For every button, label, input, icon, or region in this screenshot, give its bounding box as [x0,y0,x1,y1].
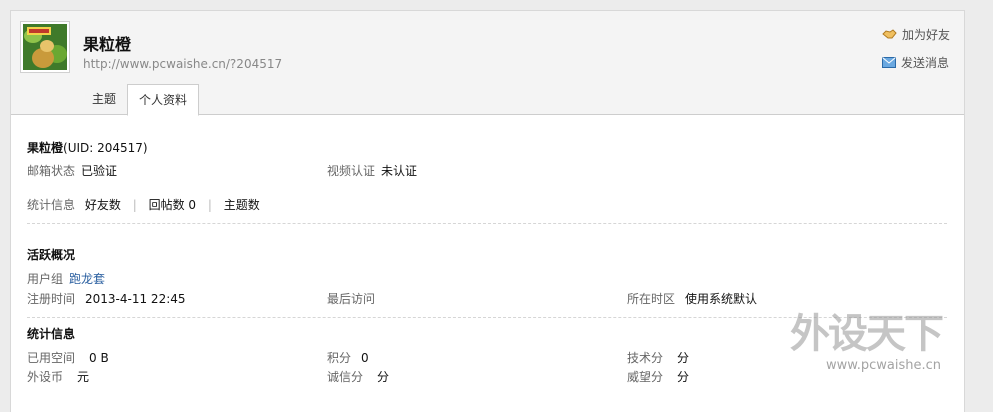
used-space-value: 0 B [89,351,109,365]
coins: 外设币元 [27,368,89,385]
activity-heading: 活跃概况 [27,248,76,262]
email-status-value: 已验证 [81,164,118,178]
send-message-label: 发送消息 [900,55,949,70]
register-time-label: 注册时间 [27,292,76,306]
stats-line: 统计信息 好友数 | 回帖数 0 | 主题数 [27,196,260,213]
user-group: 用户组 跑龙套 [27,270,105,287]
points: 积分 0 [327,349,369,366]
points-value: 0 [361,351,369,365]
used-space: 已用空间 0 B [27,349,109,366]
prestige-score-label: 威望分 [627,370,664,384]
replies-count-link[interactable]: 回帖数 0 [149,198,196,212]
home-url-link[interactable]: http://www.pcwaishe.cn/?204517 [83,57,282,71]
tab-threads[interactable]: 主题 [81,84,127,115]
used-space-label: 已用空间 [27,351,76,365]
replies-value: 0 [188,198,197,212]
timezone: 所在时区 使用系统默认 [627,290,757,307]
video-auth-value: 未认证 [381,164,418,178]
timezone-label: 所在时区 [627,292,676,306]
username: 果粒橙 [83,35,132,54]
credit-score-label: 诚信分 [327,370,364,384]
tech-score-label: 技术分 [627,351,664,365]
friends-count-link[interactable]: 好友数 [85,198,121,212]
avatar[interactable] [20,21,70,73]
user-name-line: 果粒橙(UID: 204517) [27,139,148,156]
add-friend-label: 加为好友 [901,27,950,42]
last-visit-label: 最后访问 [327,292,376,306]
site-watermark: 外设天下 www.pcwaishe.cn [790,312,960,392]
points-label: 积分 [327,351,352,365]
profile-name: 果粒橙 [27,141,64,155]
profile-actions: 加为好友 发送消息 [881,25,950,81]
user-group-link[interactable]: 跑龙套 [69,272,105,286]
tech-score: 技术分分 [627,349,689,366]
handshake-icon [882,29,897,39]
video-auth-label: 视频认证 [327,164,376,178]
user-group-label: 用户组 [27,272,64,286]
threads-count-link[interactable]: 主题数 [224,198,260,212]
profile-header: 果粒橙 http://www.pcwaishe.cn/?204517 加为好友 … [11,11,964,116]
email-status-label: 邮箱状态 [27,164,76,178]
divider [27,223,947,224]
profile-tabs: 主题 个人资料 [81,84,200,116]
video-auth: 视频认证 未认证 [327,162,417,179]
tab-profile[interactable]: 个人资料 [127,84,200,116]
separator: | [207,198,212,212]
watermark-title: 外设天下 [790,311,944,357]
prestige-score-value: 分 [677,370,690,384]
register-time: 注册时间 2013-4-11 22:45 [27,290,186,307]
watermark-url: www.pcwaishe.cn [826,358,941,373]
stats-line-label: 统计信息 [27,198,76,212]
credit-score-value: 分 [377,370,390,384]
send-message-button[interactable]: 发送消息 [881,53,950,71]
credit-score: 诚信分分 [327,368,389,385]
user-uid: (UID: 204517) [63,141,148,155]
email-status: 邮箱状态 已验证 [27,162,117,179]
tech-score-value: 分 [677,351,690,365]
prestige-score: 威望分分 [627,368,689,385]
envelope-icon [881,56,896,68]
timezone-value: 使用系统默认 [685,292,758,306]
last-visit: 最后访问 [327,290,375,307]
avatar-image [23,24,67,70]
register-time-value: 2013-4-11 22:45 [85,292,186,306]
stats-heading: 统计信息 [27,327,76,341]
coins-label: 外设币 [27,370,64,384]
replies-label: 回帖数 [148,198,185,212]
coins-value: 元 [77,370,90,384]
separator: | [132,198,137,212]
add-friend-button[interactable]: 加为好友 [882,25,950,43]
